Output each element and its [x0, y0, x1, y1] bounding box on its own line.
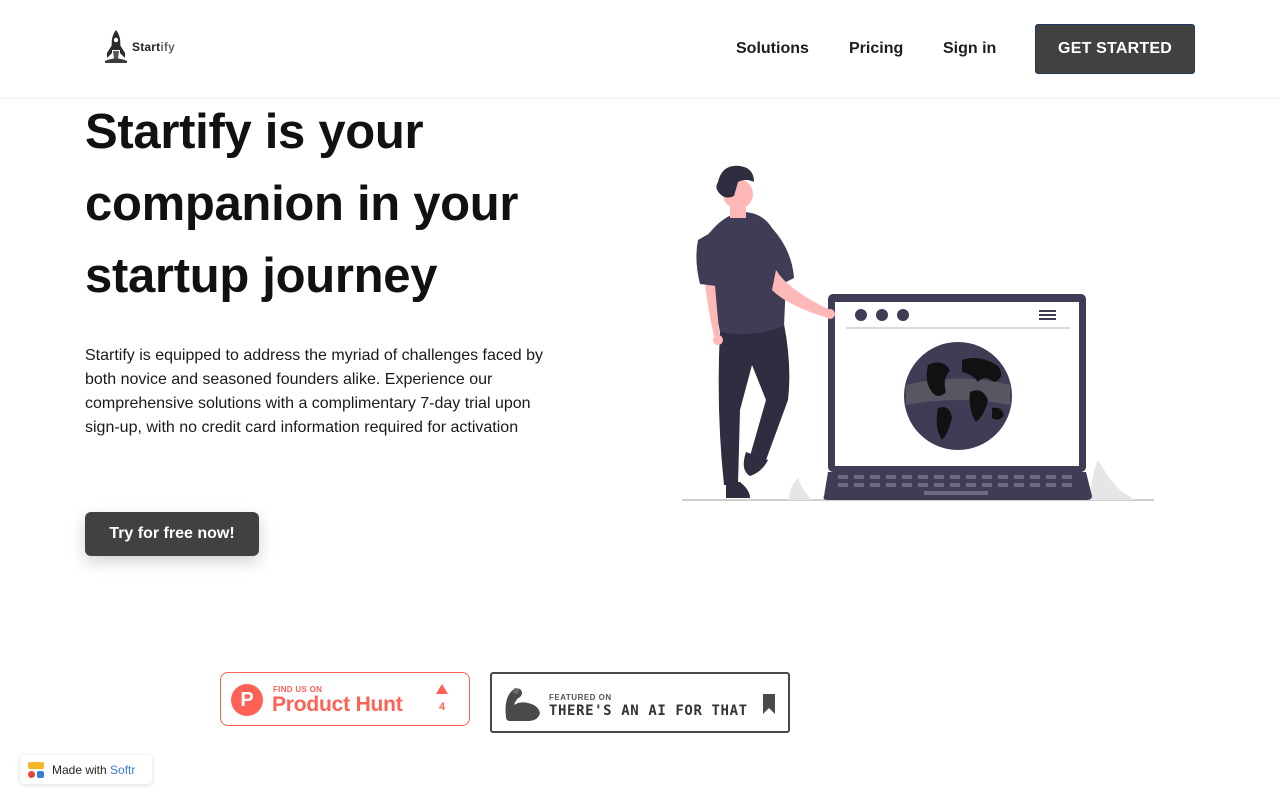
nav-pricing[interactable]: Pricing	[849, 40, 903, 58]
rocket-icon	[105, 30, 127, 63]
aiforthat-small-text: FEATURED ON	[549, 693, 612, 702]
upvote-triangle-icon	[436, 684, 448, 694]
hero-description: Startify is equipped to address the myri…	[85, 347, 544, 436]
bookmark-icon	[763, 694, 775, 714]
aiforthat-big-text: THERE'S AN AI FOR THAT	[549, 703, 748, 719]
producthunt-big-text: Product Hunt	[272, 693, 403, 716]
upvote-count: 4	[438, 701, 446, 713]
theresanaiforthat-badge[interactable]: FEATURED ON THERE'S AN AI FOR THAT	[490, 672, 790, 733]
logo-text: Startify	[132, 40, 175, 54]
startify-logo[interactable]: Startify	[102, 28, 175, 64]
nav-sign-in[interactable]: Sign in	[943, 40, 996, 58]
producthunt-icon: P	[231, 684, 263, 716]
softr-text: Made with Softr	[52, 762, 136, 777]
made-with-softr-badge[interactable]: Made with Softr	[20, 755, 152, 784]
softr-logo-icon	[28, 761, 44, 778]
hero-title: Startify is your companion in your start…	[85, 105, 519, 303]
nav-solutions[interactable]: Solutions	[736, 40, 809, 58]
try-free-button[interactable]: Try for free now!	[85, 512, 259, 556]
producthunt-badge[interactable]: P FIND US ON Product Hunt 4	[220, 672, 470, 726]
person-with-laptop-illustration	[682, 165, 1154, 501]
site-header: Startify Solutions Pricing Sign in GET S…	[0, 0, 1280, 97]
get-started-button[interactable]: GET STARTED	[1035, 24, 1195, 74]
flexed-arm-icon	[505, 688, 540, 721]
